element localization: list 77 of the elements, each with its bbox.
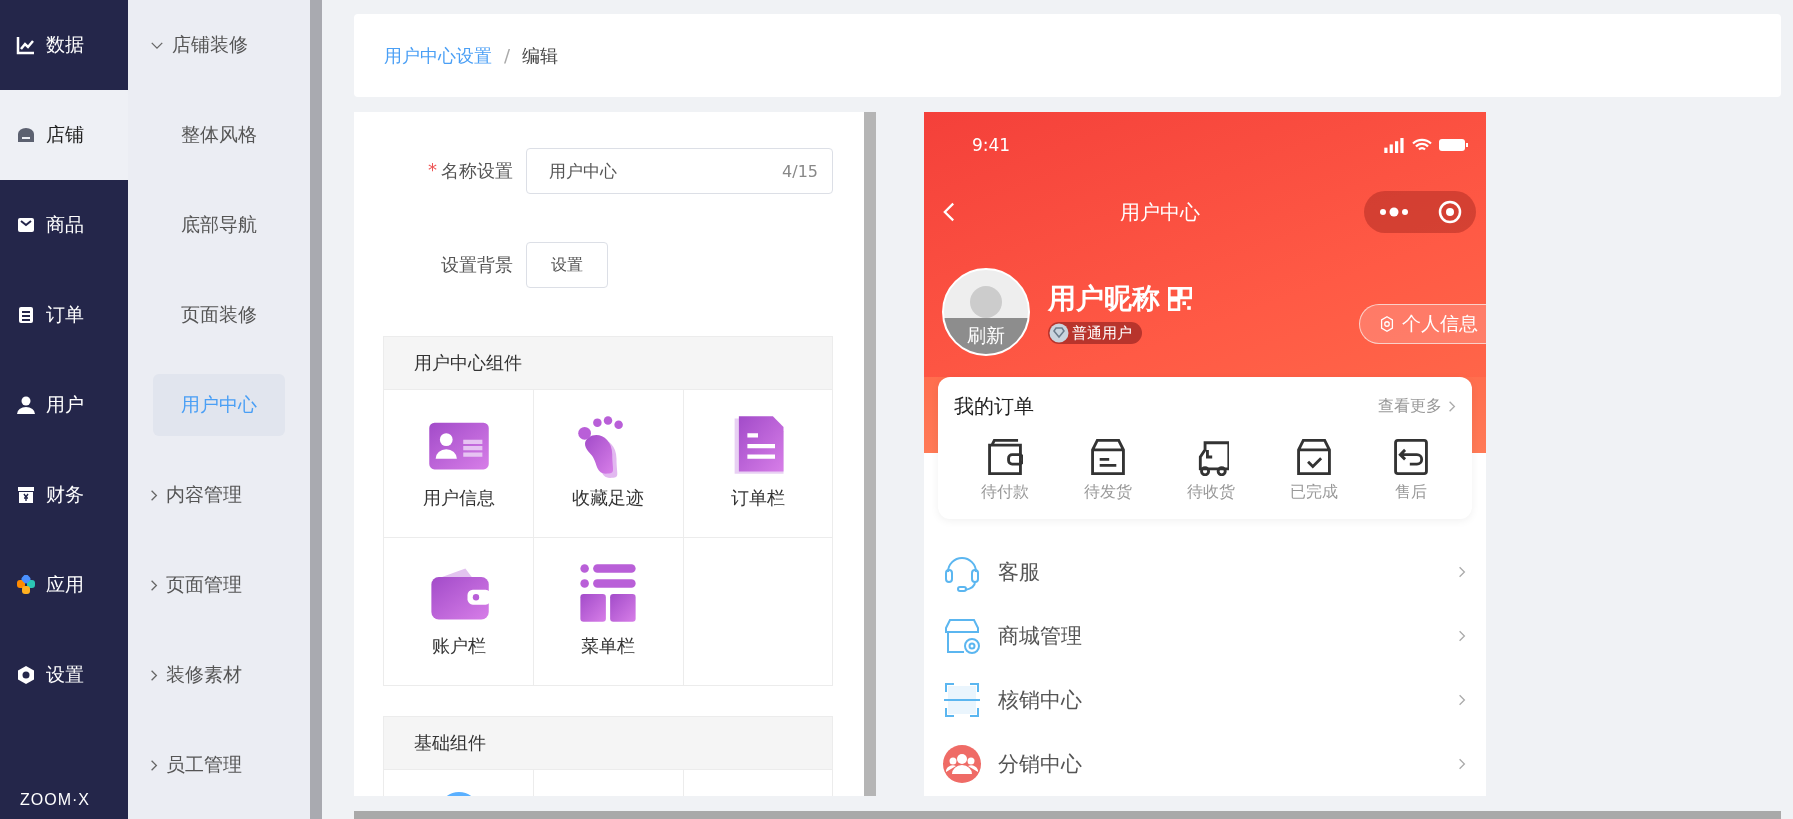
component-tile[interactable]: 菜单栏 — [533, 537, 683, 685]
chevron-right-icon — [150, 488, 158, 502]
store-gear-icon — [942, 616, 982, 656]
capsule-menu[interactable] — [1364, 191, 1476, 233]
scrollbar[interactable] — [864, 112, 876, 796]
team-icon — [942, 744, 982, 784]
scan-icon — [942, 680, 982, 720]
chevron-down-icon — [150, 40, 164, 50]
nav-item[interactable]: 应用 — [0, 540, 128, 630]
wallet-icon — [987, 438, 1024, 476]
status-time: 9:41 — [972, 135, 1011, 155]
level-badge: 普通用户 — [1048, 322, 1142, 344]
chevron-right-icon — [1458, 565, 1466, 579]
field-label: 设置背景 — [441, 253, 513, 277]
chevron-right-icon — [1458, 757, 1466, 771]
component-tile[interactable]: 账户栏 — [384, 537, 534, 685]
more-icon — [1378, 207, 1409, 217]
set-background-button[interactable]: 设置 — [526, 242, 608, 288]
submenu-group[interactable]: 页面管理 — [128, 540, 310, 630]
chart-icon — [16, 35, 36, 55]
submenu-item[interactable]: 页面装修 — [153, 284, 285, 346]
nav-item[interactable]: 用户 — [0, 360, 128, 450]
nav-item[interactable]: 店铺 — [0, 90, 128, 180]
required-mark: * — [428, 159, 437, 182]
chevron-right-icon — [150, 578, 158, 592]
scrollbar[interactable] — [354, 811, 1781, 819]
nav-item[interactable]: 设置 — [0, 630, 128, 720]
component-tile[interactable]: 订单栏 — [682, 389, 832, 537]
menu-row[interactable]: 商城管理 — [924, 604, 1486, 668]
menu-row[interactable]: 客服 — [924, 540, 1486, 604]
name-input-field[interactable]: 用户中心 4/15 — [526, 148, 833, 194]
submenu-item[interactable]: 底部导航 — [153, 194, 285, 256]
close-icon — [1437, 200, 1462, 224]
user-icon — [16, 395, 36, 415]
signal-icon — [1384, 137, 1406, 153]
wallet-icon — [16, 485, 36, 505]
menu-row[interactable]: 分销中心 — [924, 732, 1486, 796]
chevron-right-icon — [1458, 629, 1466, 643]
component-tile[interactable]: 用户信息 — [384, 389, 534, 537]
store-icon — [16, 125, 36, 145]
wifi-icon — [1412, 137, 1432, 153]
breadcrumb-current: 编辑 — [522, 43, 559, 68]
settings-icon — [16, 665, 36, 685]
apps-icon — [16, 575, 36, 595]
clipboard-icon — [16, 305, 36, 325]
component-tile[interactable]: 收藏足迹 — [533, 389, 683, 537]
logo: ZOOM·X — [19, 791, 91, 810]
field-label: 名称设置 — [441, 159, 513, 183]
chevron-right-icon — [150, 668, 158, 682]
chevron-right-icon — [1458, 693, 1466, 707]
box-icon — [1090, 438, 1127, 476]
chevron-right-icon — [150, 758, 158, 772]
submenu-group[interactable]: 装修素材 — [128, 630, 310, 720]
box-check-icon — [1295, 438, 1332, 476]
submenu-group[interactable]: 员工管理 — [128, 720, 310, 810]
nav-item[interactable]: 订单 — [0, 270, 128, 360]
breadcrumb-separator: / — [504, 45, 511, 66]
nav-item[interactable]: 数据 — [0, 0, 128, 90]
qr-code-icon[interactable] — [1168, 287, 1192, 311]
group-header: 用户中心组件 — [384, 337, 832, 389]
card-title: 我的订单 — [954, 393, 1034, 420]
submenu-group[interactable]: 店铺装修 — [128, 0, 310, 90]
nav-item[interactable]: 财务 — [0, 450, 128, 540]
envelope-icon — [16, 215, 36, 235]
gear-icon — [1378, 315, 1396, 333]
back-icon[interactable] — [942, 200, 956, 224]
return-icon — [1392, 438, 1429, 476]
group-header: 基础组件 — [384, 717, 832, 769]
nickname: 用户昵称 — [1048, 281, 1160, 317]
chevron-right-icon — [1448, 400, 1456, 413]
nav-item[interactable]: 商品 — [0, 180, 128, 270]
battery-icon — [1438, 138, 1468, 152]
page-title: 用户中心 — [1120, 198, 1200, 226]
menu-row[interactable]: 核销中心 — [924, 668, 1486, 732]
submenu-item[interactable]: 整体风格 — [153, 104, 285, 166]
scrollbar[interactable] — [310, 0, 322, 819]
submenu-group[interactable]: 内容管理 — [128, 450, 310, 540]
